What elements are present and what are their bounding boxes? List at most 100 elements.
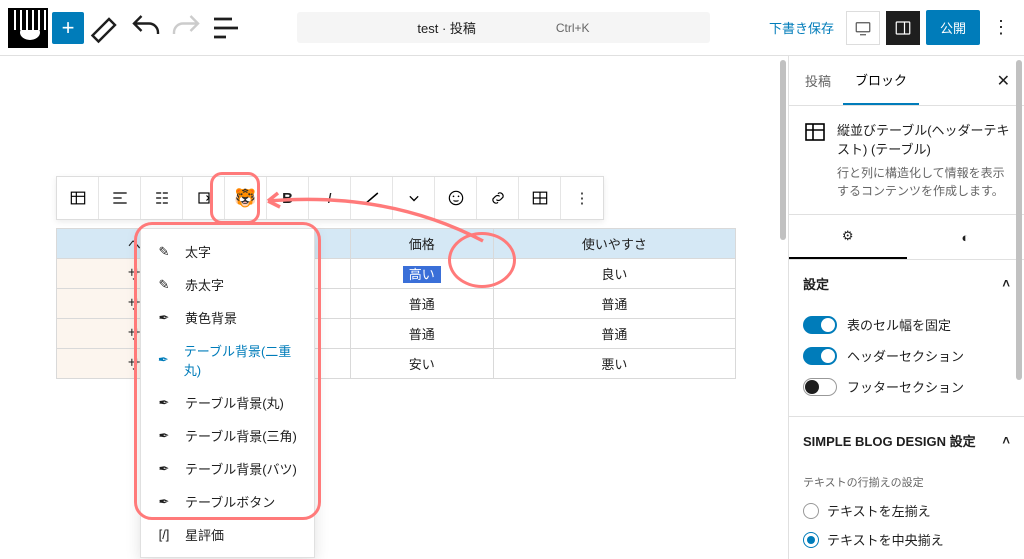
dropdown-item-tablebutton[interactable]: ✒テーブルボタン xyxy=(141,485,314,518)
table-cell[interactable]: 普通 xyxy=(493,289,735,319)
dropdown-label: 太字 xyxy=(185,242,211,261)
dropper-icon: ✒ xyxy=(155,461,173,477)
dropdown-label: テーブル背景(丸) xyxy=(185,393,284,412)
pen-icon: ✎ xyxy=(155,277,173,293)
toggle-label: 表のセル幅を固定 xyxy=(847,315,951,334)
bold-button[interactable]: B xyxy=(267,177,309,219)
toggle-switch[interactable] xyxy=(803,378,837,396)
move-button[interactable] xyxy=(183,177,225,219)
highlighter-button[interactable]: 🐯 xyxy=(225,177,267,219)
settings-sidebar: 投稿 ブロック ✕ 縦並びテーブル(ヘッダーテキスト) (テーブル) 行と列に構… xyxy=(788,56,1024,559)
doc-title-button[interactable]: test · 投稿 Ctrl+K xyxy=(297,12,709,43)
pen-icon: ✎ xyxy=(155,244,173,260)
block-type-icon[interactable] xyxy=(57,177,99,219)
dropdown-item-tablebg-doublecircle[interactable]: ✒テーブル背景(二重丸) xyxy=(141,334,314,386)
table-edit-button[interactable] xyxy=(519,177,561,219)
contrast-icon: ◐ xyxy=(961,230,969,245)
radio-align-right[interactable]: テキストを右揃え xyxy=(803,554,1010,559)
highlighted-text: 高い xyxy=(403,266,441,283)
block-desc: 行と列に構造化して情報を表示するコンテンツを作成します。 xyxy=(837,164,1010,200)
dropdown-label: 赤太字 xyxy=(185,275,224,294)
toggle-header-section[interactable]: ヘッダーセクション xyxy=(803,340,1010,371)
style-contrast-button[interactable]: ◐ xyxy=(907,215,1024,259)
panel-settings: 設定 ˄ 表のセル幅を固定 ヘッダーセクション フッターセクション xyxy=(789,260,1024,417)
table-cell[interactable]: 普通 xyxy=(350,319,493,349)
dropdown-item-starrating[interactable]: [/]星評価 xyxy=(141,518,314,551)
radio-icon xyxy=(803,503,819,519)
table-cell[interactable]: 悪い xyxy=(493,349,735,379)
brackets-icon: [/] xyxy=(155,527,173,542)
editor-canvas: 🐯 B I ⋮ ヘッダー め度 価格 使いやすさ サービス すめ xyxy=(0,56,788,559)
block-more-button[interactable]: ⋮ xyxy=(561,177,603,219)
panel-title: 設定 xyxy=(803,274,829,293)
toggle-fixed-width[interactable]: 表のセル幅を固定 xyxy=(803,309,1010,340)
link-style-button[interactable] xyxy=(351,177,393,219)
table-cell[interactable]: 安い xyxy=(350,349,493,379)
radio-icon xyxy=(803,532,819,548)
dropdown-item-redbold[interactable]: ✎ 赤太字 xyxy=(141,268,314,301)
toggle-footer-section[interactable]: フッターセクション xyxy=(803,371,1010,402)
tab-post[interactable]: 投稿 xyxy=(793,57,843,104)
block-title: 縦並びテーブル(ヘッダーテキスト) (テーブル) xyxy=(837,120,1010,158)
sidebar-tabs: 投稿 ブロック ✕ xyxy=(789,56,1024,106)
section-label: テキストの行揃えの設定 xyxy=(803,474,1010,490)
dropdown-item-yellowbg[interactable]: ✒ 黄色背景 xyxy=(141,301,314,334)
table-cell[interactable]: 高い xyxy=(350,259,493,289)
dropper-icon: ✒ xyxy=(155,395,173,411)
gear-icon: ⚙ xyxy=(842,228,854,244)
style-settings-button[interactable]: ⚙ xyxy=(789,215,907,259)
site-avatar[interactable] xyxy=(8,8,48,48)
edit-mode-button[interactable] xyxy=(88,10,124,46)
save-draft-button[interactable]: 下書き保存 xyxy=(763,12,840,43)
sidebar-scrollbar[interactable] xyxy=(1014,56,1024,559)
dropdown-label: テーブル背景(バツ) xyxy=(185,459,297,478)
format-dropdown: ✎ 太字 ✎ 赤太字 ✒ 黄色背景 ✒テーブル背景(二重丸) ✒ テーブル背景(丸) ✒… xyxy=(140,228,315,558)
doc-title-area: test · 投稿 Ctrl+K xyxy=(248,12,759,43)
publish-button[interactable]: 公開 xyxy=(926,10,980,45)
italic-button[interactable]: I xyxy=(309,177,351,219)
panel-settings-header[interactable]: 設定 ˄ xyxy=(789,260,1024,307)
link-button[interactable] xyxy=(477,177,519,219)
emoji-button[interactable] xyxy=(435,177,477,219)
radio-align-center[interactable]: テキストを中央揃え xyxy=(803,525,1010,554)
canvas-scrollbar[interactable] xyxy=(778,56,788,559)
more-format-chevron[interactable] xyxy=(393,177,435,219)
dropdown-item-bold[interactable]: ✎ 太字 xyxy=(141,235,314,268)
toggle-switch[interactable] xyxy=(803,347,837,365)
columns-button[interactable] xyxy=(141,177,183,219)
table-header[interactable]: 使いやすさ xyxy=(493,229,735,259)
table-cell[interactable]: 普通 xyxy=(350,289,493,319)
undo-button[interactable] xyxy=(128,10,164,46)
table-header[interactable]: 価格 xyxy=(350,229,493,259)
chevron-up-icon: ˄ xyxy=(1002,276,1010,291)
dropdown-label: 黄色背景 xyxy=(185,308,237,327)
block-info: 縦並びテーブル(ヘッダーテキスト) (テーブル) 行と列に構造化して情報を表示す… xyxy=(789,106,1024,215)
panel-sbd-header[interactable]: SIMPLE BLOG DESIGN 設定˄ xyxy=(789,417,1024,464)
toggle-switch[interactable] xyxy=(803,316,837,334)
style-switch: ⚙ ◐ xyxy=(789,215,1024,260)
panel-title: SIMPLE BLOG DESIGN 設定 xyxy=(803,431,976,450)
topbar-right: 下書き保存 公開 ⋮ xyxy=(763,10,1016,45)
sidebar-toggle-button[interactable] xyxy=(886,11,920,45)
editor-topbar: + test · 投稿 Ctrl+K 下書き保存 公開 ⋮ xyxy=(0,0,1024,56)
radio-label: テキストを中央揃え xyxy=(827,530,944,549)
dropper-icon: ✒ xyxy=(155,310,173,326)
block-type-icon xyxy=(803,120,827,144)
dropdown-item-tablebg-triangle[interactable]: ✒テーブル背景(三角) xyxy=(141,419,314,452)
document-outline-button[interactable] xyxy=(208,10,244,46)
toggle-label: フッターセクション xyxy=(847,377,964,396)
redo-button[interactable] xyxy=(168,10,204,46)
more-options-button[interactable]: ⋮ xyxy=(986,17,1016,38)
align-button[interactable] xyxy=(99,177,141,219)
dropper-icon: ✒ xyxy=(155,352,172,368)
table-cell[interactable]: 良い xyxy=(493,259,735,289)
radio-align-left[interactable]: テキストを左揃え xyxy=(803,496,1010,525)
dropdown-item-tablebg-cross[interactable]: ✒ テーブル背景(バツ) xyxy=(141,452,314,485)
desktop-preview-button[interactable] xyxy=(846,11,880,45)
tab-block[interactable]: ブロック xyxy=(843,56,919,105)
table-cell[interactable]: 普通 xyxy=(493,319,735,349)
add-block-button[interactable]: + xyxy=(52,12,84,44)
radio-label: テキストを左揃え xyxy=(827,501,931,520)
shortcut-hint: Ctrl+K xyxy=(556,21,590,35)
dropdown-item-tablebg-circle[interactable]: ✒ テーブル背景(丸) xyxy=(141,386,314,419)
